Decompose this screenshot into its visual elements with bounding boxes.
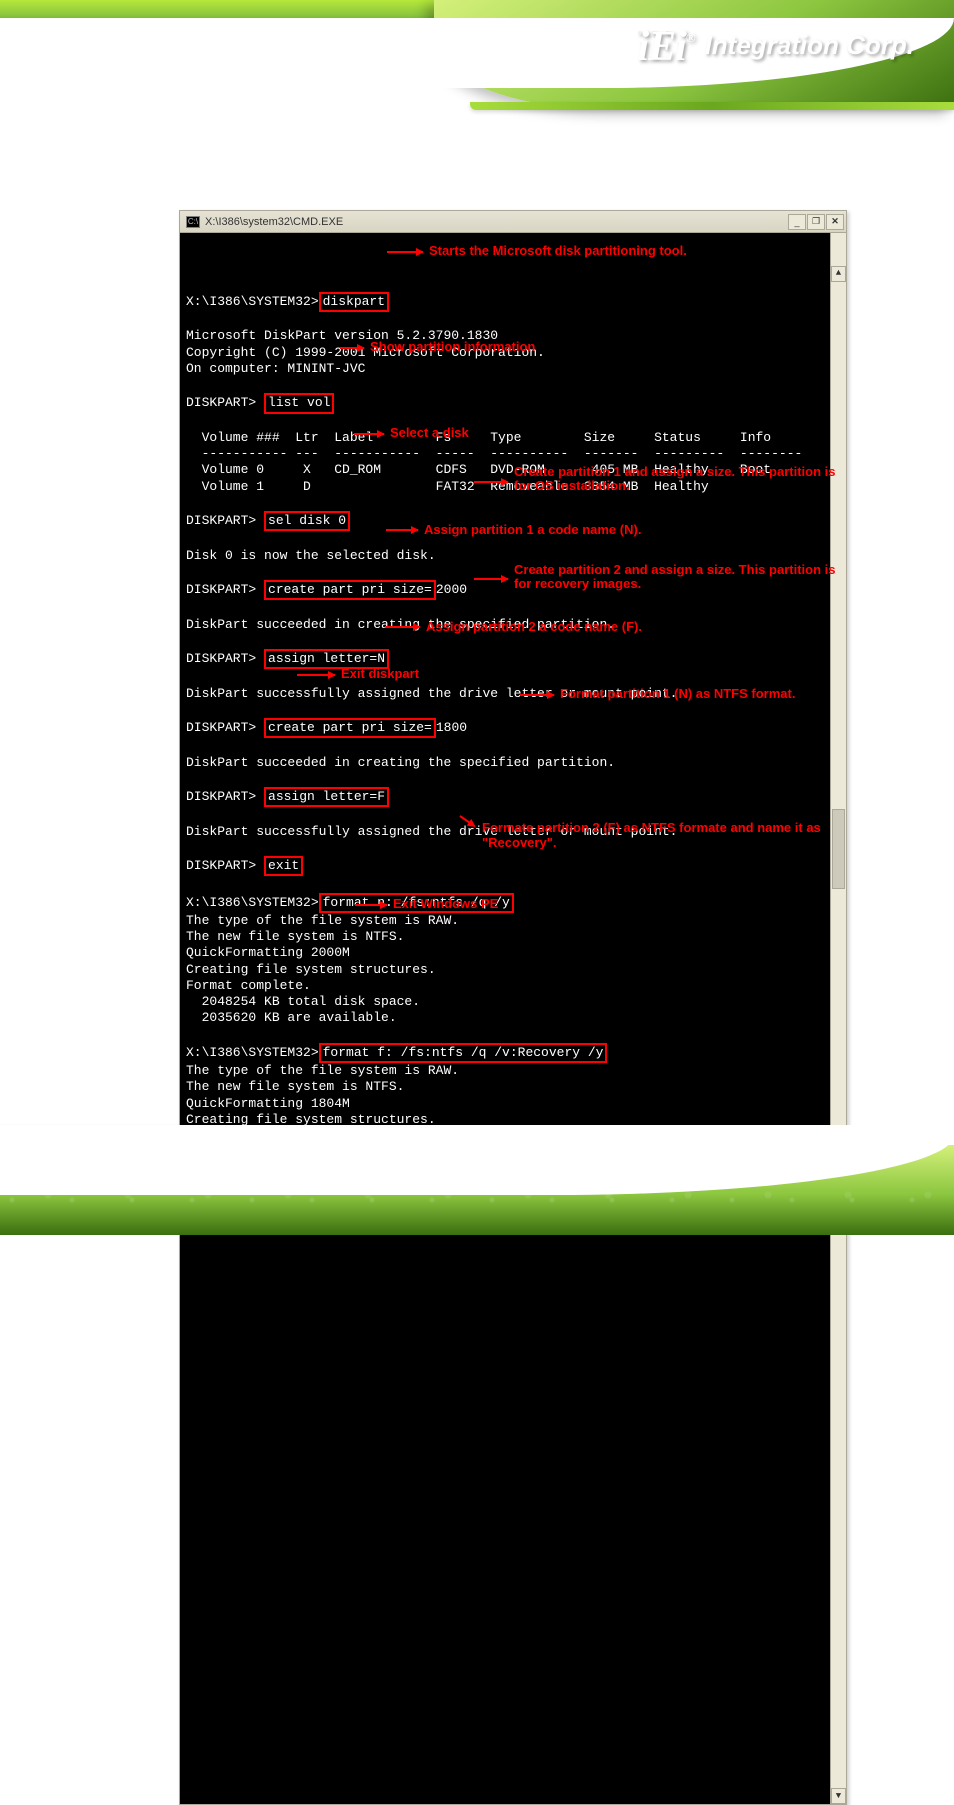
- line-succ-create-2: DiskPart succeeded in creating the speci…: [186, 755, 615, 770]
- brand-reg-mark: ®: [686, 30, 695, 45]
- diskpart-prompt: DISKPART>: [186, 789, 264, 804]
- terminal-content: X:\I386\SYSTEM32>diskpart Microsoft Disk…: [186, 276, 838, 1214]
- anno-seldisk: Select a disk: [390, 425, 469, 441]
- window-titlebar[interactable]: C:\ X:\I386\system32\CMD.EXE _ ❐ ✕: [180, 211, 846, 233]
- arrow-icon: [297, 674, 335, 676]
- line-raw-1: The type of the file system is RAW.: [186, 913, 459, 928]
- line-kb-total-1: 2048254 KB total disk space.: [186, 994, 420, 1009]
- vol-header: Volume ### Ltr Label Fs Type Size Status…: [186, 430, 771, 445]
- anno-diskpart: Starts the Microsoft disk partitioning t…: [429, 243, 687, 259]
- line-ntfs-1: The new file system is NTFS.: [186, 929, 404, 944]
- diskpart-prompt: DISKPART>: [186, 720, 264, 735]
- line-kb-avail-1: 2035620 KB are available.: [186, 1010, 397, 1025]
- cmd-format-f: format f: /fs:ntfs /q /v:Recovery /y: [319, 1043, 608, 1063]
- anno-assignf: Assign partition 2 a code name (F).: [426, 619, 642, 635]
- vol-header-sep: ----------- --- ----------- ----- ------…: [186, 446, 802, 461]
- diskpart-prompt: DISKPART>: [186, 651, 264, 666]
- cmd-exit-diskpart: exit: [264, 856, 303, 876]
- close-button[interactable]: ✕: [826, 214, 844, 230]
- diskpart-prompt: DISKPART>: [186, 395, 264, 410]
- arrow-icon: [474, 481, 508, 483]
- line-qf-1: QuickFormatting 2000M: [186, 945, 350, 960]
- line-selconfirm: Disk 0 is now the selected disk.: [186, 548, 436, 563]
- line-cfs-1: Creating file system structures.: [186, 962, 436, 977]
- arrow-icon: [474, 578, 508, 580]
- line-raw-2: The type of the file system is RAW.: [186, 1063, 459, 1078]
- anno-createpart1: Create partition 1 and assign a size. Th…: [514, 465, 846, 494]
- diskpart-prompt: DISKPART>: [186, 582, 264, 597]
- arrow-icon: [354, 433, 384, 435]
- arrow-icon: [520, 694, 554, 696]
- brand-logo-text: iEi: [637, 24, 685, 70]
- window-title: X:\I386\system32\CMD.EXE: [205, 216, 343, 228]
- arrow-icon: [340, 347, 364, 349]
- anno-formatn: Format partition 1 (N) as NTFS format.: [560, 686, 795, 702]
- line-complete-1: Format complete.: [186, 978, 311, 993]
- cmd-create-part-1: create part pri size=: [264, 580, 436, 600]
- diskpart-prompt: DISKPART>: [186, 858, 264, 873]
- footer-pattern: [0, 1180, 954, 1235]
- anno-assignn: Assign partition 1 a code name (N).: [424, 522, 641, 538]
- anno-createpart2: Create partition 2 and assign a size. Th…: [514, 563, 846, 592]
- anno-listvol: Show partition information: [370, 339, 535, 355]
- brand-block: • • • iEi® Integration Corp.: [637, 28, 914, 62]
- maximize-button[interactable]: ❐: [807, 214, 825, 230]
- header-banner: • • • iEi® Integration Corp.: [0, 0, 954, 115]
- banner-slim-line: [470, 102, 954, 110]
- brand-logo: • • • iEi®: [637, 28, 694, 62]
- prompt: X:\I386\SYSTEM32>: [186, 1045, 319, 1060]
- scroll-down-arrow[interactable]: ▼: [831, 1788, 846, 1804]
- brand-tagline: Integration Corp.: [705, 30, 914, 61]
- arrow-icon: [387, 251, 423, 253]
- cmd-window: C:\ X:\I386\system32\CMD.EXE _ ❐ ✕ ▲ ▼ X…: [179, 210, 847, 1805]
- line-ntfs-2: The new file system is NTFS.: [186, 1079, 404, 1094]
- anno-exitdiskpart: Exit diskpart: [341, 666, 419, 682]
- diskpart-prompt: DISKPART>: [186, 513, 264, 528]
- cmd-create-part-2: create part pri size=: [264, 718, 436, 738]
- prompt: X:\I386\SYSTEM32>: [186, 294, 319, 309]
- footer-banner: [0, 1105, 954, 1235]
- terminal-body: ▲ ▼ X:\I386\SYSTEM32>diskpart Microsoft …: [180, 233, 846, 1804]
- cmd-assign-f: assign letter=F: [264, 787, 389, 807]
- cmd-listvol: list vol: [264, 393, 334, 413]
- cmd-diskpart: diskpart: [319, 292, 389, 312]
- cmd-icon: C:\: [186, 216, 200, 228]
- anno-formatf: Formate partition 2 (F) as NTFS formate …: [482, 821, 846, 851]
- arrow-icon: [386, 529, 418, 531]
- size-2000: 2000: [436, 582, 467, 597]
- cmd-seldisk: sel disk 0: [264, 511, 350, 531]
- size-1800: 1800: [436, 720, 467, 735]
- anno-exitwinpe: Exit Windows PE: [393, 896, 498, 912]
- line-oncomputer: On computer: MININT-JVC: [186, 361, 365, 376]
- arrow-icon: [386, 626, 420, 628]
- arrow-icon: [355, 904, 387, 906]
- minimize-button[interactable]: _: [788, 214, 806, 230]
- prompt: X:\I386\SYSTEM32>: [186, 895, 319, 910]
